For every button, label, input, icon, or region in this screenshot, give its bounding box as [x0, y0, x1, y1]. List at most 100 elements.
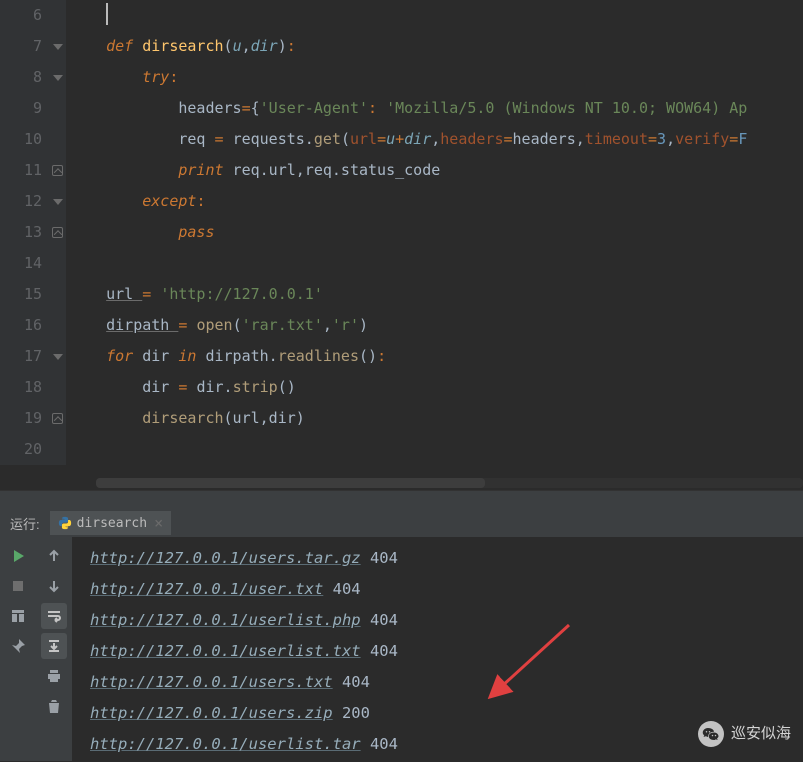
code-line[interactable]: 19 dirsearch(url,dir) — [0, 403, 803, 434]
layout-button[interactable] — [5, 603, 31, 629]
code-content[interactable] — [66, 434, 803, 465]
code-line[interactable]: 6 — [0, 0, 803, 31]
line-number[interactable]: 18 — [0, 372, 52, 403]
code-line[interactable]: 12 except: — [0, 186, 803, 217]
code-line[interactable]: 7 def dirsearch(u,dir): — [0, 31, 803, 62]
line-number[interactable]: 17 — [0, 341, 52, 372]
gutter-fold[interactable] — [52, 279, 66, 310]
code-line[interactable]: 13 pass — [0, 217, 803, 248]
gutter-fold[interactable] — [52, 31, 66, 62]
gutter-fold[interactable] — [52, 124, 66, 155]
output-status-code: 200 — [333, 704, 370, 722]
run-tool-window: 运行: dirsearch × http://127.0.0.1/users.t… — [0, 509, 803, 761]
delete-button[interactable] — [41, 693, 67, 719]
gutter-fold[interactable] — [52, 62, 66, 93]
scroll-to-end-button[interactable] — [41, 633, 67, 659]
code-line[interactable]: 8 try: — [0, 62, 803, 93]
line-number[interactable]: 6 — [0, 0, 52, 31]
output-url[interactable]: http://127.0.0.1/userlist.tar — [90, 735, 361, 753]
output-status-code: 404 — [361, 549, 398, 567]
console-toolbar-right — [36, 537, 72, 761]
line-number[interactable]: 12 — [0, 186, 52, 217]
line-number[interactable]: 11 — [0, 155, 52, 186]
code-content[interactable]: dirpath = open('rar.txt','r') — [66, 310, 803, 341]
gutter-fold[interactable] — [52, 403, 66, 434]
line-number[interactable]: 20 — [0, 434, 52, 465]
code-content[interactable]: for dir in dirpath.readlines(): — [66, 341, 803, 372]
console-line[interactable]: http://127.0.0.1/userlist.php 404 — [90, 605, 795, 636]
code-content[interactable]: req = requests.get(url=u+dir,headers=hea… — [66, 124, 803, 155]
console-line[interactable]: http://127.0.0.1/userlist.txt 404 — [90, 636, 795, 667]
output-url[interactable]: http://127.0.0.1/users.zip — [90, 704, 333, 722]
line-number[interactable]: 8 — [0, 62, 52, 93]
console-line[interactable]: http://127.0.0.1/users.zip 200 — [90, 698, 795, 729]
watermark-text: 巡安似海 — [731, 718, 791, 749]
line-number[interactable]: 14 — [0, 248, 52, 279]
stop-button[interactable] — [5, 573, 31, 599]
pane-divider[interactable] — [0, 490, 803, 509]
code-line[interactable]: 10 req = requests.get(url=u+dir,headers=… — [0, 124, 803, 155]
console-toolbar-left — [0, 537, 36, 761]
gutter-fold[interactable] — [52, 372, 66, 403]
code-content[interactable]: try: — [66, 62, 803, 93]
pin-button[interactable] — [5, 633, 31, 659]
code-content[interactable]: print req.url,req.status_code — [66, 155, 803, 186]
console-line[interactable]: http://127.0.0.1/users.txt 404 — [90, 667, 795, 698]
output-url[interactable]: http://127.0.0.1/users.tar.gz — [90, 549, 361, 567]
up-button[interactable] — [41, 543, 67, 569]
line-number[interactable]: 7 — [0, 31, 52, 62]
code-line[interactable]: 16 dirpath = open('rar.txt','r') — [0, 310, 803, 341]
down-button[interactable] — [41, 573, 67, 599]
output-url[interactable]: http://127.0.0.1/users.txt — [90, 673, 333, 691]
gutter-fold[interactable] — [52, 217, 66, 248]
run-tab[interactable]: dirsearch × — [50, 511, 171, 535]
code-line[interactable]: 11 print req.url,req.status_code — [0, 155, 803, 186]
line-number[interactable]: 16 — [0, 310, 52, 341]
run-button[interactable] — [5, 543, 31, 569]
gutter-fold[interactable] — [52, 310, 66, 341]
code-content[interactable]: pass — [66, 217, 803, 248]
code-line[interactable]: 14 — [0, 248, 803, 279]
console-line[interactable]: http://127.0.0.1/user.txt 404 — [90, 574, 795, 605]
line-number[interactable]: 10 — [0, 124, 52, 155]
output-url[interactable]: http://127.0.0.1/userlist.txt — [90, 642, 361, 660]
code-content[interactable]: dirsearch(url,dir) — [66, 403, 803, 434]
code-line[interactable]: 15 url = 'http://127.0.0.1' — [0, 279, 803, 310]
console-line[interactable]: http://127.0.0.1/users.tar.gz 404 — [90, 543, 795, 574]
soft-wrap-button[interactable] — [41, 603, 67, 629]
console-line[interactable]: http://127.0.0.1/userlist.tar 404 — [90, 729, 795, 760]
code-content[interactable]: def dirsearch(u,dir): — [66, 31, 803, 62]
code-content[interactable] — [66, 0, 803, 31]
print-button[interactable] — [41, 663, 67, 689]
code-editor[interactable]: 6 7 def dirsearch(u,dir):8 try:9 headers… — [0, 0, 803, 490]
gutter-fold[interactable] — [52, 434, 66, 465]
gutter-fold[interactable] — [52, 155, 66, 186]
code-line[interactable]: 9 headers={'User-Agent': 'Mozilla/5.0 (W… — [0, 93, 803, 124]
wechat-icon — [698, 721, 724, 747]
console-output[interactable]: http://127.0.0.1/users.tar.gz 404http://… — [72, 537, 803, 761]
line-number[interactable]: 9 — [0, 93, 52, 124]
gutter-fold[interactable] — [52, 186, 66, 217]
output-url[interactable]: http://127.0.0.1/user.txt — [90, 580, 323, 598]
horizontal-scrollbar[interactable] — [96, 478, 803, 488]
gutter-fold[interactable] — [52, 93, 66, 124]
code-content[interactable]: headers={'User-Agent': 'Mozilla/5.0 (Win… — [66, 93, 803, 124]
line-number[interactable]: 15 — [0, 279, 52, 310]
close-tab-icon[interactable]: × — [152, 514, 165, 532]
code-line[interactable]: 18 dir = dir.strip() — [0, 372, 803, 403]
gutter-fold[interactable] — [52, 341, 66, 372]
run-label: 运行: — [0, 514, 50, 533]
output-url[interactable]: http://127.0.0.1/userlist.php — [90, 611, 361, 629]
code-content[interactable] — [66, 248, 803, 279]
line-number[interactable]: 13 — [0, 217, 52, 248]
line-number[interactable]: 19 — [0, 403, 52, 434]
code-content[interactable]: dir = dir.strip() — [66, 372, 803, 403]
code-line[interactable]: 20 — [0, 434, 803, 465]
gutter-fold[interactable] — [52, 248, 66, 279]
output-status-code: 404 — [361, 735, 398, 753]
code-content[interactable]: except: — [66, 186, 803, 217]
code-content[interactable]: url = 'http://127.0.0.1' — [66, 279, 803, 310]
code-line[interactable]: 17 for dir in dirpath.readlines(): — [0, 341, 803, 372]
gutter-fold[interactable] — [52, 0, 66, 31]
output-status-code: 404 — [361, 642, 398, 660]
